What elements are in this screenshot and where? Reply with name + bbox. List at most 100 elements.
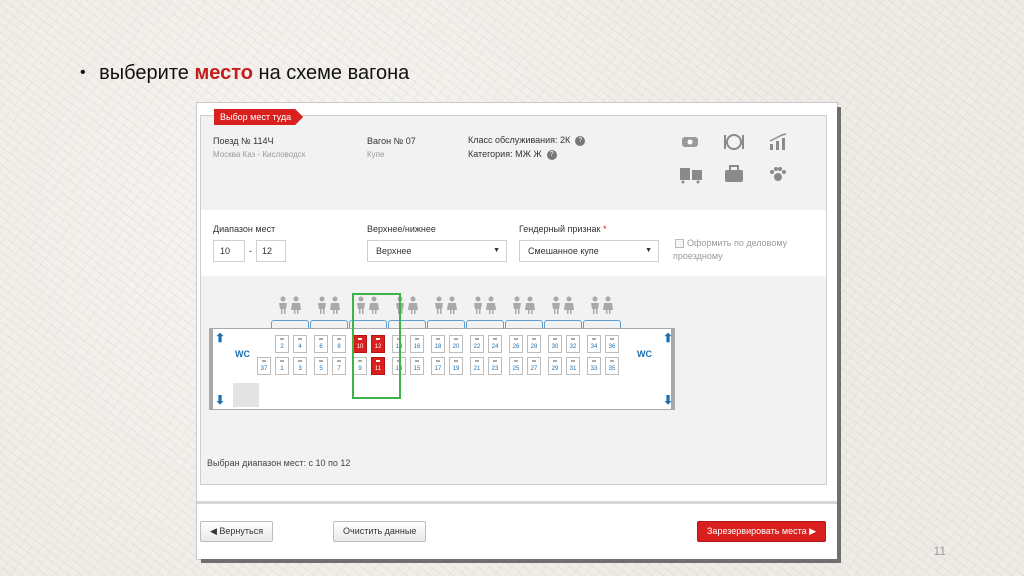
- title-text-pre: выберите: [99, 62, 189, 84]
- compartment-bracket: [544, 320, 582, 328]
- seat-31[interactable]: 31: [566, 357, 580, 375]
- seat-26[interactable]: 26: [509, 335, 523, 353]
- panel-tag: Выбор мест туда: [214, 109, 303, 125]
- seat-3[interactable]: 3: [293, 357, 307, 375]
- selected-compartment-highlight: [352, 293, 401, 399]
- compartment-bracket: [271, 320, 309, 328]
- seat-29[interactable]: 29: [548, 357, 562, 375]
- berth-select-value: Верхнее: [376, 246, 412, 256]
- title-text-post: на схеме вагона: [258, 62, 410, 84]
- seat-23[interactable]: 23: [488, 357, 502, 375]
- seat-28[interactable]: 28: [527, 335, 541, 353]
- wagon-scheme: ⬆ ⬇ WC WC ⬆ ⬇ 37 2 4 6 8 10 12 14 16 18 20 22 24 26 28…: [201, 276, 826, 484]
- transfer-icon: [679, 164, 702, 184]
- train-number: Поезд № 114Ч: [213, 136, 274, 146]
- seat-37[interactable]: 37: [257, 357, 271, 375]
- seat-35[interactable]: 35: [605, 357, 619, 375]
- bullet-icon: •: [80, 64, 86, 81]
- service-class-text: Класс обслуживания: 2К: [468, 135, 571, 145]
- back-button[interactable]: ◀ Вернуться: [200, 521, 274, 542]
- gender-select-value: Смешанное купе: [528, 246, 599, 256]
- chevron-down-icon: ▼: [645, 247, 652, 254]
- seat-19[interactable]: 19: [449, 357, 463, 375]
- seat-30[interactable]: 30: [548, 335, 562, 353]
- business-pass-label-1: Оформить по деловому: [687, 238, 788, 248]
- passenger-pair-icon: [316, 296, 342, 317]
- range-from-input[interactable]: 10: [213, 240, 245, 262]
- seat-selection-panel: Поезд № 114Ч Москва Каз - Кисловодск Ваг…: [200, 115, 827, 485]
- selected-range-text: Выбран диапазон мест: с 10 по 12: [207, 458, 351, 468]
- passenger-pair-icon: [472, 296, 498, 317]
- reserve-seats-button[interactable]: Зарезервировать места ▶: [697, 521, 827, 542]
- range-to-input[interactable]: 12: [256, 240, 286, 262]
- required-mark: *: [602, 224, 607, 234]
- booking-screenshot: Поезд № 114Ч Москва Каз - Кисловодск Ваг…: [197, 103, 837, 559]
- seat-15[interactable]: 15: [410, 357, 424, 375]
- seat-25[interactable]: 25: [509, 357, 523, 375]
- meal-icon: [723, 132, 744, 150]
- wagon-number: Вагон № 07: [367, 136, 416, 146]
- seat-22[interactable]: 22: [470, 335, 484, 353]
- gender-label: Гендерный признак *: [519, 224, 606, 234]
- arrow-up-icon: ⬆: [663, 331, 674, 345]
- seat-36[interactable]: 36: [605, 335, 619, 353]
- tv-icon: [680, 134, 700, 152]
- pet-paw-icon: [768, 164, 788, 182]
- range-dash: -: [249, 246, 252, 256]
- service-class: Класс обслуживания: 2К?: [468, 135, 586, 146]
- seat-18[interactable]: 18: [431, 335, 445, 353]
- clear-data-button[interactable]: Очистить данные: [333, 521, 427, 542]
- seat-6[interactable]: 6: [314, 335, 328, 353]
- slide-number: 11: [933, 544, 946, 558]
- range-label: Диапазон мест: [213, 224, 276, 234]
- chevron-down-icon: ▼: [493, 247, 500, 254]
- seat-24[interactable]: 24: [488, 335, 502, 353]
- seat-17[interactable]: 17: [431, 357, 445, 375]
- vestibule-block: [233, 383, 259, 407]
- wagon-type: Купе: [367, 150, 385, 159]
- passenger-pair-icon: [277, 296, 303, 317]
- seat-16[interactable]: 16: [410, 335, 424, 353]
- gender-select[interactable]: Смешанное купе ▼: [519, 240, 659, 262]
- seat-7[interactable]: 7: [332, 357, 346, 375]
- compartment-bracket: [466, 320, 504, 328]
- arrow-down-icon: ⬇: [663, 393, 674, 407]
- berth-select[interactable]: Верхнее ▼: [367, 240, 507, 262]
- passenger-pair-icon: [550, 296, 576, 317]
- title-accent: место: [194, 62, 253, 84]
- train-info-section: Поезд № 114Ч Москва Каз - Кисловодск Ваг…: [201, 116, 826, 210]
- seat-4[interactable]: 4: [293, 335, 307, 353]
- seat-20[interactable]: 20: [449, 335, 463, 353]
- seat-32[interactable]: 32: [566, 335, 580, 353]
- seat-2[interactable]: 2: [275, 335, 289, 353]
- passenger-pair-icon: [433, 296, 459, 317]
- wc-left: WC: [235, 349, 250, 359]
- compartment-bracket: [427, 320, 465, 328]
- wc-right: WC: [637, 349, 652, 359]
- category-help-icon[interactable]: ?: [546, 149, 557, 160]
- passenger-pair-icon: [589, 296, 615, 317]
- berth-label: Верхнее/нижнее: [367, 224, 436, 234]
- wagon-category-text: Категория: МЖ Ж: [468, 149, 542, 159]
- seat-34[interactable]: 34: [587, 335, 601, 353]
- seat-1[interactable]: 1: [275, 357, 289, 375]
- compartment-bracket: [583, 320, 621, 328]
- seat-33[interactable]: 33: [587, 357, 601, 375]
- passenger-pair-icon: [511, 296, 537, 317]
- gender-label-text: Гендерный признак: [519, 224, 601, 234]
- seat-27[interactable]: 27: [527, 357, 541, 375]
- seat-21[interactable]: 21: [470, 357, 484, 375]
- train-route: Москва Каз - Кисловодск: [213, 150, 306, 159]
- slide-title: • выберите место на схеме вагона: [80, 62, 409, 85]
- arrow-down-icon: ⬇: [215, 393, 226, 407]
- filters-section: Диапазон мест 10 - 12 Верхнее/нижнее Вер…: [201, 210, 826, 276]
- wagon-body: ⬆ ⬇ WC WC ⬆ ⬇ 37 2 4 6 8 10 12 14 16 18 20 22 24 26 28…: [209, 328, 675, 410]
- wagon-category: Категория: МЖ Ж?: [468, 149, 557, 160]
- class-help-icon[interactable]: ?: [575, 135, 586, 146]
- chart-icon: [768, 132, 788, 150]
- divider: [197, 501, 837, 504]
- business-pass-label-2: проездному: [673, 251, 723, 261]
- seat-5[interactable]: 5: [314, 357, 328, 375]
- seat-8[interactable]: 8: [332, 335, 346, 353]
- arrow-up-icon: ⬆: [215, 331, 226, 345]
